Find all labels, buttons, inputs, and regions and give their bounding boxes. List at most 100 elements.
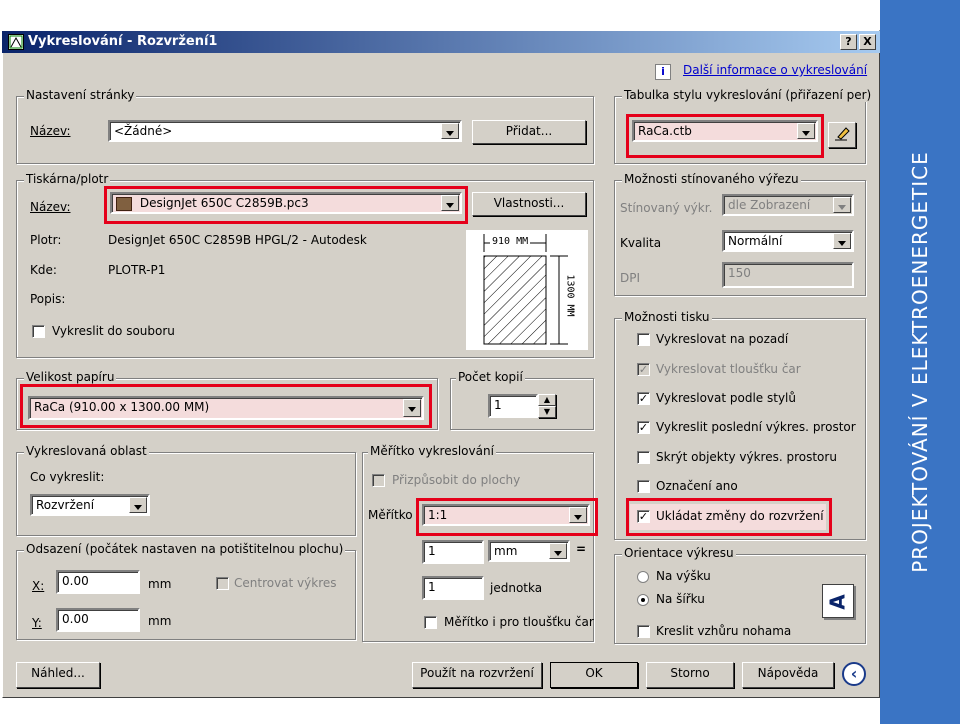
more-info-link[interactable]: Další informace o vykreslování: [683, 63, 867, 77]
copies-up-button[interactable]: ▲: [538, 394, 556, 406]
portrait-radio[interactable]: [637, 571, 649, 583]
plot-option-label: Vykreslovat podle stylů: [656, 391, 796, 405]
plot-option-label: Označení ano: [656, 479, 738, 493]
plot-paperspace-last-checkbox[interactable]: ✓: [637, 421, 650, 434]
copies-title: Počet kopií: [456, 370, 525, 384]
help-button[interactable]: Nápověda: [742, 662, 834, 688]
apply-to-layout-button[interactable]: Použít na rozvržení: [412, 662, 542, 688]
unit2-label: jednotka: [490, 581, 543, 595]
x-offset-input[interactable]: 0.00: [56, 570, 140, 594]
quality-select[interactable]: Normální: [722, 230, 854, 252]
cancel-button[interactable]: Storno: [646, 662, 734, 688]
chevron-down-icon: [441, 123, 459, 139]
scale-lineweights-label: Měřítko i pro tloušťku čar: [444, 615, 594, 629]
preview-width-label: 910 MM: [490, 236, 531, 247]
plot-option-label: Vykreslit poslední výkres. prostor: [656, 420, 856, 434]
landscape-radio[interactable]: [637, 594, 649, 606]
y-offset-input[interactable]: 0.00: [56, 608, 140, 632]
scale-value2: 1: [428, 580, 436, 594]
chevron-down-icon: [129, 497, 147, 513]
orientation-title: Orientace výkresu: [622, 546, 736, 560]
plotter-label: Plotr:: [30, 233, 62, 247]
scale-lineweights-checkbox[interactable]: [424, 616, 437, 629]
y-offset-value: 0.00: [62, 612, 89, 626]
preview-height-label: 1300 MM: [564, 270, 576, 321]
pencil-icon: [835, 127, 850, 141]
shade-plot-label: Stínovaný výkr.: [620, 201, 713, 215]
highlight-save-changes: [626, 498, 832, 536]
copies-input[interactable]: 1: [488, 394, 538, 418]
orientation-preview-icon: A: [822, 584, 854, 618]
upside-down-label: Kreslit vzhůru nohama: [656, 624, 792, 638]
what-to-plot-select[interactable]: Rozvržení: [30, 494, 150, 516]
collapse-icon[interactable]: ‹: [842, 662, 866, 686]
shade-plot-select[interactable]: dle Zobrazení: [722, 194, 854, 216]
add-page-setup-button[interactable]: Přidat...: [472, 120, 586, 144]
scale-label: Měřítko: [368, 508, 413, 522]
portrait-label: Na výšku: [656, 569, 711, 583]
close-button[interactable]: X: [859, 34, 876, 50]
plot-option-label: Vykreslovat tloušťku čar: [656, 362, 801, 376]
page-setup-name-label: Název:: [30, 124, 71, 138]
help-title-button[interactable]: ?: [840, 34, 857, 50]
fit-to-paper-checkbox[interactable]: [372, 474, 385, 487]
page-setup-select[interactable]: <Žádné>: [108, 120, 462, 142]
orientation-letter: A: [825, 594, 850, 610]
info-icon: i: [655, 64, 671, 80]
quality-value: Normální: [728, 234, 783, 248]
dpi-input[interactable]: 150: [722, 262, 854, 288]
dpi-label: DPI: [620, 271, 641, 285]
x-offset-unit: mm: [148, 577, 172, 591]
scale-value2-input[interactable]: 1: [422, 576, 484, 600]
what-to-plot-label: Co vykreslit:: [30, 470, 105, 484]
hide-paperspace-objects-checkbox[interactable]: [637, 451, 650, 464]
ok-button[interactable]: OK: [550, 662, 638, 688]
what-to-plot-value: Rozvržení: [36, 498, 95, 512]
plot-to-file-checkbox[interactable]: [32, 325, 45, 338]
chevron-down-icon: [549, 543, 567, 559]
plot-option-label: Vykreslovat na pozadí: [656, 332, 789, 346]
center-plot-label: Centrovat výkres: [234, 576, 337, 590]
page-setup-select-value: <Žádné>: [114, 124, 173, 138]
printer-name-label: Název:: [30, 200, 71, 214]
page-setup-title: Nastavení stránky: [24, 88, 137, 102]
plot-scale-title: Měřítko vykreslování: [368, 444, 496, 458]
scale-value1-input[interactable]: 1: [422, 540, 484, 564]
chevron-down-icon: [833, 233, 851, 249]
quality-label: Kvalita: [620, 236, 662, 250]
y-offset-label: Y:: [32, 616, 42, 630]
plot-stamp-checkbox[interactable]: [637, 480, 650, 493]
description-label: Popis:: [30, 292, 66, 306]
center-plot-checkbox[interactable]: [216, 577, 229, 590]
where-value: PLOTR-P1: [108, 263, 166, 277]
preview-button[interactable]: Náhled...: [16, 662, 100, 688]
plot-to-file-label: Vykreslit do souboru: [52, 324, 175, 338]
plot-options-title: Možnosti tisku: [622, 310, 712, 324]
highlight-paper-size: [20, 384, 432, 428]
unit-value: mm: [494, 544, 518, 558]
plot-with-styles-checkbox[interactable]: ✓: [637, 392, 650, 405]
side-banner-text: PROJEKTOVÁNÍ V ELEKTROENERGETICE: [908, 151, 932, 573]
landscape-label: Na šířku: [656, 592, 705, 606]
printer-properties-button[interactable]: Vlastnosti...: [472, 192, 586, 216]
paper-size-title: Velikost papíru: [24, 370, 117, 384]
upside-down-checkbox[interactable]: [637, 625, 650, 638]
plot-lineweights-checkbox[interactable]: ✓: [637, 363, 650, 376]
plotter-value: DesignJet 650C C2859B HPGL/2 - Autodesk: [108, 233, 367, 247]
edit-plot-style-button[interactable]: [828, 122, 856, 148]
highlight-printer: [104, 186, 468, 224]
plot-background-checkbox[interactable]: [637, 333, 650, 346]
plot-option-label: Skrýt objekty výkres. prostoru: [656, 450, 837, 464]
dpi-value: 150: [728, 266, 751, 280]
shade-plot-value: dle Zobrazení: [728, 198, 811, 212]
chevron-down-icon: [833, 197, 851, 213]
plot-offset-title: Odsazení (počátek nastaven na potištitel…: [24, 542, 346, 556]
y-offset-unit: mm: [148, 614, 172, 628]
copies-down-button[interactable]: ▼: [538, 406, 556, 418]
highlight-scale: [416, 498, 598, 536]
unit-select[interactable]: mm: [488, 540, 570, 562]
equals-sign: =: [576, 542, 587, 556]
printer-title: Tiskárna/plotr: [24, 172, 111, 186]
window-title: Vykreslování - Rozvržení1: [28, 34, 218, 49]
copies-value: 1: [494, 398, 502, 412]
